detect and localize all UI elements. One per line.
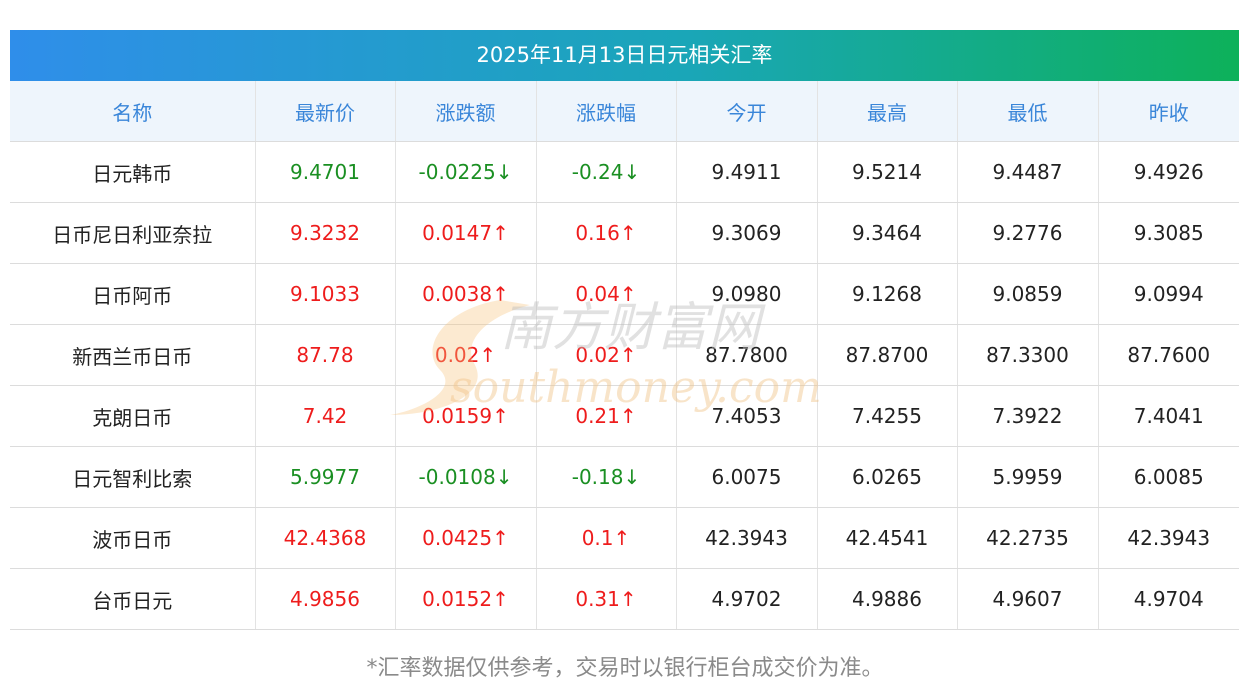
open-price: 42.3943: [675, 507, 817, 569]
table-title: 2025年11月13日日元相关汇率: [10, 30, 1239, 81]
change-percent: 0.02↑: [535, 324, 676, 386]
price-change: 0.02↑: [394, 324, 536, 386]
open-price: 9.3069: [675, 202, 817, 264]
latest-price: 87.78: [254, 324, 395, 386]
header-row: 名称 最新价 涨跌额 涨跌幅 今开 最高 最低 昨收: [10, 81, 1239, 142]
header-low: 最低: [956, 81, 1098, 142]
table-row: 台币日元 4.9856 0.0152↑ 0.31↑ 4.9702 4.9886 4.9607…: [10, 568, 1239, 630]
change-percent: -0.24↓: [535, 141, 676, 203]
low-price: 4.9607: [956, 568, 1098, 630]
high-price: 9.5214: [816, 141, 957, 203]
latest-price: 5.9977: [254, 446, 395, 508]
high-price: 87.8700: [816, 324, 957, 386]
previous-close: 6.0085: [1097, 446, 1239, 508]
price-change: 0.0159↑: [394, 385, 536, 447]
low-price: 5.9959: [956, 446, 1098, 508]
table-row: 日币尼日利亚奈拉 9.3232 0.0147↑ 0.16↑ 9.3069 9.3464 9.…: [10, 202, 1239, 264]
change-percent: 0.16↑: [535, 202, 676, 264]
currency-pair-name: 台币日元: [10, 568, 255, 630]
rate-table-container: 2025年11月13日日元相关汇率 名称 最新价 涨跌额 涨跌幅 今开 最高 最…: [10, 30, 1239, 630]
price-change: 0.0152↑: [394, 568, 536, 630]
previous-close: 9.3085: [1097, 202, 1239, 264]
open-price: 7.4053: [675, 385, 817, 447]
price-change: 0.0425↑: [394, 507, 536, 569]
change-percent: 0.31↑: [535, 568, 676, 630]
currency-pair-name: 波币日币: [10, 507, 255, 569]
open-price: 6.0075: [675, 446, 817, 508]
exchange-rate-table: 名称 最新价 涨跌额 涨跌幅 今开 最高 最低 昨收 日元韩币 9.4701 -0.…: [10, 81, 1239, 630]
header-prev-close: 昨收: [1097, 81, 1239, 142]
latest-price: 4.9856: [254, 568, 395, 630]
change-percent: 0.04↑: [535, 263, 676, 325]
table-row: 克朗日币 7.42 0.0159↑ 0.21↑ 7.4053 7.4255 7.3922 7.…: [10, 385, 1239, 447]
change-percent: 0.1↑: [535, 507, 676, 569]
previous-close: 4.9704: [1097, 568, 1239, 630]
currency-pair-name: 日元韩币: [10, 141, 255, 203]
previous-close: 7.4041: [1097, 385, 1239, 447]
low-price: 42.2735: [956, 507, 1098, 569]
currency-pair-name: 日元智利比索: [10, 446, 255, 508]
header-latest: 最新价: [254, 81, 395, 142]
previous-close: 87.7600: [1097, 324, 1239, 386]
previous-close: 9.4926: [1097, 141, 1239, 203]
open-price: 9.0980: [675, 263, 817, 325]
latest-price: 42.4368: [254, 507, 395, 569]
low-price: 9.4487: [956, 141, 1098, 203]
table-row: 日元韩币 9.4701 -0.0225↓ -0.24↓ 9.4911 9.5214 9.44…: [10, 141, 1239, 203]
high-price: 4.9886: [816, 568, 957, 630]
open-price: 87.7800: [675, 324, 817, 386]
previous-close: 42.3943: [1097, 507, 1239, 569]
header-high: 最高: [816, 81, 957, 142]
high-price: 9.3464: [816, 202, 957, 264]
high-price: 9.1268: [816, 263, 957, 325]
price-change: 0.0147↑: [394, 202, 536, 264]
header-change: 涨跌额: [394, 81, 536, 142]
disclaimer-note: *汇率数据仅供参考，交易时以银行柜台成交价为准。: [366, 656, 884, 681]
price-change: 0.0038↑: [394, 263, 536, 325]
high-price: 7.4255: [816, 385, 957, 447]
price-change: -0.0225↓: [394, 141, 536, 203]
latest-price: 9.1033: [254, 263, 395, 325]
low-price: 7.3922: [956, 385, 1098, 447]
table-row: 波币日币 42.4368 0.0425↑ 0.1↑ 42.3943 42.4541 42.2…: [10, 507, 1239, 569]
latest-price: 7.42: [254, 385, 395, 447]
table-row: 日币阿币 9.1033 0.0038↑ 0.04↑ 9.0980 9.1268 9.0859…: [10, 263, 1239, 325]
previous-close: 9.0994: [1097, 263, 1239, 325]
open-price: 9.4911: [675, 141, 817, 203]
low-price: 9.2776: [956, 202, 1098, 264]
currency-pair-name: 日币阿币: [10, 263, 255, 325]
change-percent: 0.21↑: [535, 385, 676, 447]
open-price: 4.9702: [675, 568, 817, 630]
high-price: 42.4541: [816, 507, 957, 569]
low-price: 87.3300: [956, 324, 1098, 386]
header-name: 名称: [10, 81, 255, 142]
currency-pair-name: 克朗日币: [10, 385, 255, 447]
table-row: 日元智利比索 5.9977 -0.0108↓ -0.18↓ 6.0075 6.0265 5.…: [10, 446, 1239, 508]
latest-price: 9.3232: [254, 202, 395, 264]
high-price: 6.0265: [816, 446, 957, 508]
low-price: 9.0859: [956, 263, 1098, 325]
latest-price: 9.4701: [254, 141, 395, 203]
header-change-pct: 涨跌幅: [535, 81, 676, 142]
currency-pair-name: 日币尼日利亚奈拉: [10, 202, 255, 264]
table-row: 新西兰币日币 87.78 0.02↑ 0.02↑ 87.7800 87.8700 87.33…: [10, 324, 1239, 386]
header-open: 今开: [675, 81, 817, 142]
price-change: -0.0108↓: [394, 446, 536, 508]
change-percent: -0.18↓: [535, 446, 676, 508]
currency-pair-name: 新西兰币日币: [10, 324, 255, 386]
